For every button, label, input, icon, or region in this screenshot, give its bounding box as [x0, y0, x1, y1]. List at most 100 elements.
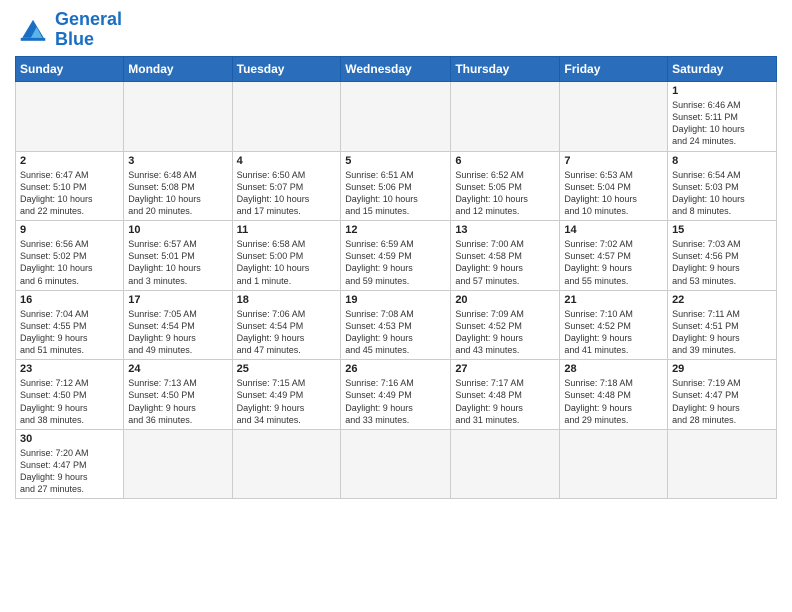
- day-info: Sunrise: 7:12 AM Sunset: 4:50 PM Dayligh…: [20, 377, 119, 426]
- calendar-header-tuesday: Tuesday: [232, 57, 341, 82]
- calendar-day: 2 Sunrise: 6:47 AM Sunset: 5:10 PM Daylig…: [16, 151, 124, 221]
- calendar-day: 4 Sunrise: 6:50 AM Sunset: 5:07 PM Daylig…: [232, 151, 341, 221]
- calendar-week-2: 2 Sunrise: 6:47 AM Sunset: 5:10 PM Daylig…: [16, 151, 777, 221]
- day-info: Sunrise: 7:00 AM Sunset: 4:58 PM Dayligh…: [455, 238, 555, 287]
- calendar-day: 12Sunrise: 6:59 AM Sunset: 4:59 PM Dayli…: [341, 221, 451, 291]
- day-info: Sunrise: 7:16 AM Sunset: 4:49 PM Dayligh…: [345, 377, 446, 426]
- day-info: Sunrise: 7:03 AM Sunset: 4:56 PM Dayligh…: [672, 238, 772, 287]
- day-number: 18: [237, 294, 337, 306]
- day-info: Sunrise: 6:47 AM Sunset: 5:10 PM Dayligh…: [20, 169, 119, 218]
- calendar-day: 24Sunrise: 7:13 AM Sunset: 4:50 PM Dayli…: [124, 360, 232, 430]
- header: GeneralBlue: [15, 10, 777, 50]
- day-info: Sunrise: 7:10 AM Sunset: 4:52 PM Dayligh…: [564, 308, 663, 357]
- calendar-day: 5 Sunrise: 6:51 AM Sunset: 5:06 PM Daylig…: [341, 151, 451, 221]
- calendar-header-wednesday: Wednesday: [341, 57, 451, 82]
- day-number: 26: [345, 363, 446, 375]
- calendar: SundayMondayTuesdayWednesdayThursdayFrid…: [15, 56, 777, 499]
- day-info: Sunrise: 7:09 AM Sunset: 4:52 PM Dayligh…: [455, 308, 555, 357]
- calendar-day: 18Sunrise: 7:06 AM Sunset: 4:54 PM Dayli…: [232, 290, 341, 360]
- day-number: 2: [20, 155, 119, 167]
- calendar-week-6: 30 Sunrise: 7:20 AM Sunset: 4:47 PM Dayli…: [16, 429, 777, 499]
- page: GeneralBlue SundayMondayTuesdayWednesday…: [0, 0, 792, 509]
- calendar-header-saturday: Saturday: [668, 57, 777, 82]
- day-info: Sunrise: 7:18 AM Sunset: 4:48 PM Dayligh…: [564, 377, 663, 426]
- calendar-day: 11 Sunrise: 6:58 AM Sunset: 5:00 PM Dayli…: [232, 221, 341, 291]
- calendar-day: 10 Sunrise: 6:57 AM Sunset: 5:01 PM Dayli…: [124, 221, 232, 291]
- day-info: Sunrise: 6:51 AM Sunset: 5:06 PM Dayligh…: [345, 169, 446, 218]
- day-number: 20: [455, 294, 555, 306]
- calendar-week-1: 1 Sunrise: 6:46 AM Sunset: 5:11 PM Daylig…: [16, 82, 777, 152]
- day-number: 5: [345, 155, 446, 167]
- day-number: 17: [128, 294, 227, 306]
- day-info: Sunrise: 6:52 AM Sunset: 5:05 PM Dayligh…: [455, 169, 555, 218]
- calendar-day: [668, 429, 777, 499]
- day-info: Sunrise: 7:15 AM Sunset: 4:49 PM Dayligh…: [237, 377, 337, 426]
- calendar-day: 8 Sunrise: 6:54 AM Sunset: 5:03 PM Daylig…: [668, 151, 777, 221]
- day-info: Sunrise: 6:50 AM Sunset: 5:07 PM Dayligh…: [237, 169, 337, 218]
- day-info: Sunrise: 6:57 AM Sunset: 5:01 PM Dayligh…: [128, 238, 227, 287]
- day-info: Sunrise: 6:56 AM Sunset: 5:02 PM Dayligh…: [20, 238, 119, 287]
- day-number: 10: [128, 224, 227, 236]
- calendar-day: [451, 429, 560, 499]
- calendar-header-thursday: Thursday: [451, 57, 560, 82]
- calendar-day: 16Sunrise: 7:04 AM Sunset: 4:55 PM Dayli…: [16, 290, 124, 360]
- day-number: 29: [672, 363, 772, 375]
- calendar-day: 1 Sunrise: 6:46 AM Sunset: 5:11 PM Daylig…: [668, 82, 777, 152]
- day-number: 30: [20, 433, 119, 445]
- calendar-day: 14 Sunrise: 7:02 AM Sunset: 4:57 PM Dayli…: [560, 221, 668, 291]
- calendar-day: 19Sunrise: 7:08 AM Sunset: 4:53 PM Dayli…: [341, 290, 451, 360]
- day-info: Sunrise: 7:19 AM Sunset: 4:47 PM Dayligh…: [672, 377, 772, 426]
- day-info: Sunrise: 6:58 AM Sunset: 5:00 PM Dayligh…: [237, 238, 337, 287]
- day-number: 8: [672, 155, 772, 167]
- day-number: 11: [237, 224, 337, 236]
- logo: GeneralBlue: [15, 10, 122, 50]
- calendar-week-3: 9 Sunrise: 6:56 AM Sunset: 5:02 PM Daylig…: [16, 221, 777, 291]
- day-number: 22: [672, 294, 772, 306]
- calendar-day: 15 Sunrise: 7:03 AM Sunset: 4:56 PM Dayli…: [668, 221, 777, 291]
- day-number: 13: [455, 224, 555, 236]
- day-number: 1: [672, 85, 772, 97]
- day-number: 3: [128, 155, 227, 167]
- calendar-header-sunday: Sunday: [16, 57, 124, 82]
- day-info: Sunrise: 7:02 AM Sunset: 4:57 PM Dayligh…: [564, 238, 663, 287]
- day-number: 14: [564, 224, 663, 236]
- calendar-day: 20 Sunrise: 7:09 AM Sunset: 4:52 PM Dayli…: [451, 290, 560, 360]
- day-info: Sunrise: 7:13 AM Sunset: 4:50 PM Dayligh…: [128, 377, 227, 426]
- calendar-header-row: SundayMondayTuesdayWednesdayThursdayFrid…: [16, 57, 777, 82]
- day-info: Sunrise: 7:20 AM Sunset: 4:47 PM Dayligh…: [20, 447, 119, 496]
- calendar-day: 13 Sunrise: 7:00 AM Sunset: 4:58 PM Dayli…: [451, 221, 560, 291]
- calendar-day: 28Sunrise: 7:18 AM Sunset: 4:48 PM Dayli…: [560, 360, 668, 430]
- day-number: 25: [237, 363, 337, 375]
- calendar-day: [16, 82, 124, 152]
- calendar-day: [560, 82, 668, 152]
- calendar-day: 25 Sunrise: 7:15 AM Sunset: 4:49 PM Dayli…: [232, 360, 341, 430]
- calendar-week-5: 23Sunrise: 7:12 AM Sunset: 4:50 PM Dayli…: [16, 360, 777, 430]
- day-number: 9: [20, 224, 119, 236]
- calendar-day: [124, 429, 232, 499]
- calendar-day: 27Sunrise: 7:17 AM Sunset: 4:48 PM Dayli…: [451, 360, 560, 430]
- day-number: 19: [345, 294, 446, 306]
- day-number: 6: [455, 155, 555, 167]
- day-info: Sunrise: 6:46 AM Sunset: 5:11 PM Dayligh…: [672, 99, 772, 148]
- day-info: Sunrise: 6:48 AM Sunset: 5:08 PM Dayligh…: [128, 169, 227, 218]
- day-info: Sunrise: 7:17 AM Sunset: 4:48 PM Dayligh…: [455, 377, 555, 426]
- day-number: 15: [672, 224, 772, 236]
- day-number: 4: [237, 155, 337, 167]
- logo-text: GeneralBlue: [55, 10, 122, 50]
- calendar-day: [232, 82, 341, 152]
- day-info: Sunrise: 6:54 AM Sunset: 5:03 PM Dayligh…: [672, 169, 772, 218]
- day-number: 7: [564, 155, 663, 167]
- calendar-day: 9 Sunrise: 6:56 AM Sunset: 5:02 PM Daylig…: [16, 221, 124, 291]
- calendar-day: [560, 429, 668, 499]
- logo-name: GeneralBlue: [55, 9, 122, 49]
- day-number: 21: [564, 294, 663, 306]
- calendar-day: 21 Sunrise: 7:10 AM Sunset: 4:52 PM Dayli…: [560, 290, 668, 360]
- calendar-day: [341, 429, 451, 499]
- calendar-day: 17Sunrise: 7:05 AM Sunset: 4:54 PM Dayli…: [124, 290, 232, 360]
- day-number: 12: [345, 224, 446, 236]
- calendar-header-monday: Monday: [124, 57, 232, 82]
- calendar-day: [124, 82, 232, 152]
- calendar-day: 29 Sunrise: 7:19 AM Sunset: 4:47 PM Dayli…: [668, 360, 777, 430]
- logo-icon: [15, 16, 51, 44]
- calendar-day: [451, 82, 560, 152]
